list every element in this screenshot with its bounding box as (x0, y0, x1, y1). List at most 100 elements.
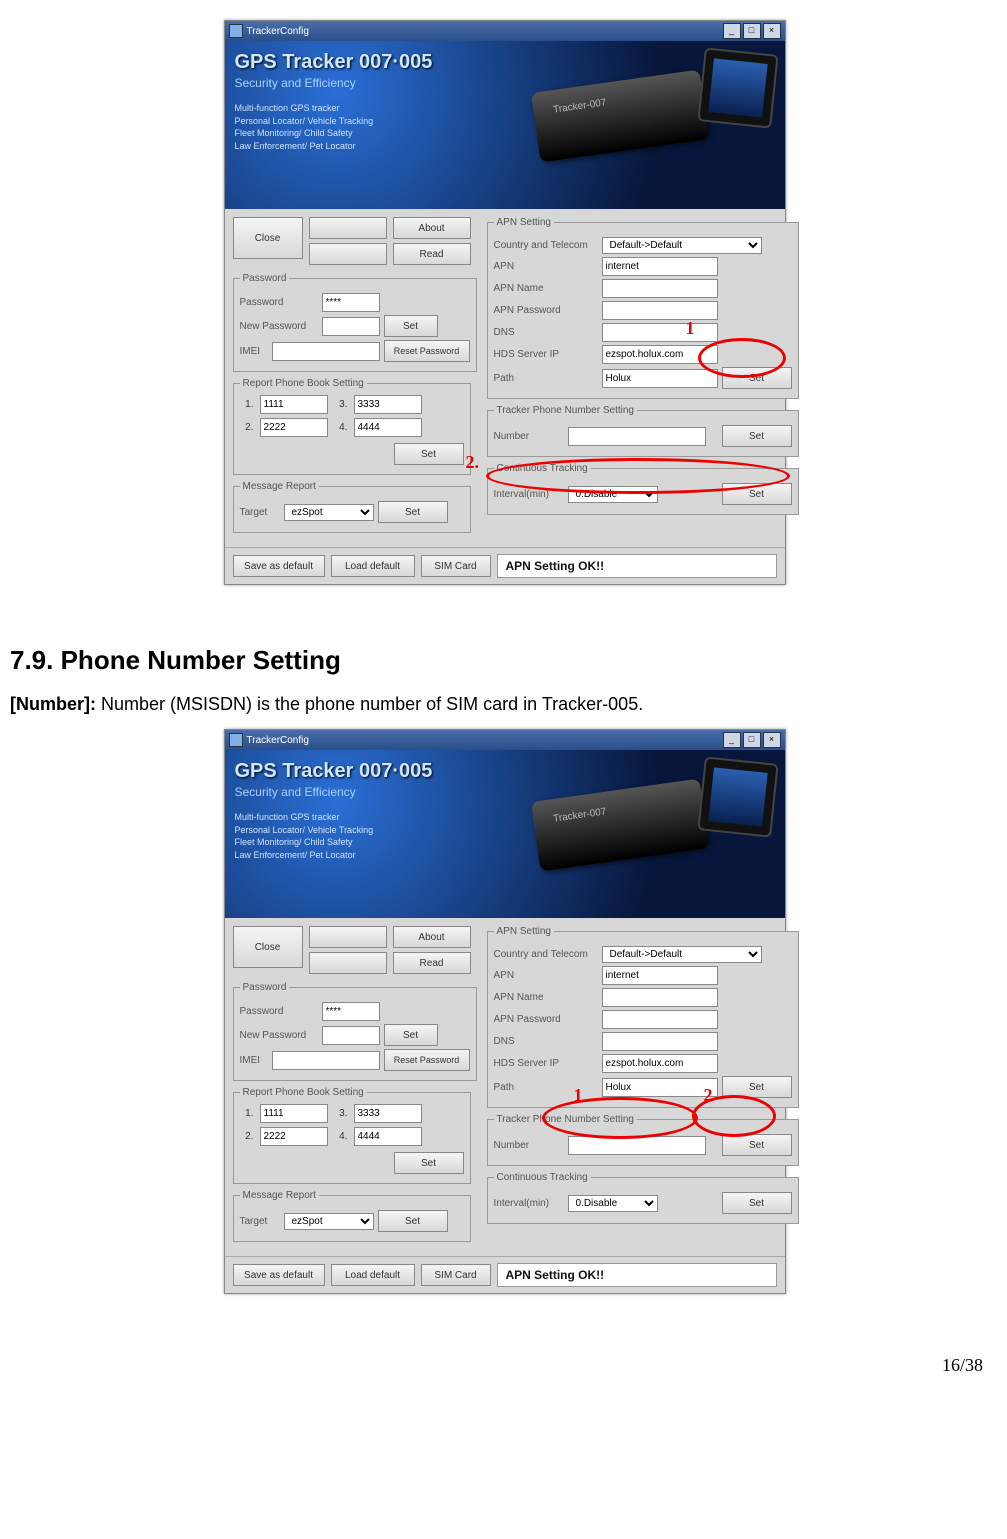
sim-card-button[interactable]: SIM Card (421, 1264, 491, 1286)
app-icon (229, 24, 243, 38)
password-field[interactable] (322, 293, 380, 312)
read-button[interactable]: Read (393, 243, 471, 265)
apn-label: APN (494, 261, 598, 272)
pb-idx: 2. (240, 1131, 254, 1142)
imei-field[interactable] (272, 1051, 380, 1070)
country-label: Country and Telecom (494, 949, 598, 960)
pb-field-3[interactable] (354, 395, 422, 414)
target-select[interactable]: ezSpot (284, 504, 374, 521)
set-interval-button[interactable]: Set (722, 1192, 792, 1214)
about-button[interactable]: About (393, 217, 471, 239)
save-default-button[interactable]: Save as default (233, 1264, 325, 1286)
set-password-button[interactable]: Set (384, 1024, 438, 1046)
pb-field-2[interactable] (260, 1127, 328, 1146)
dns-field[interactable] (602, 1032, 718, 1051)
path-label: Path (494, 373, 598, 384)
group-legend: Password (240, 982, 290, 993)
close-button[interactable]: Close (233, 926, 303, 968)
group-legend: APN Setting (494, 217, 554, 228)
read-button[interactable]: Read (393, 952, 471, 974)
apn-field[interactable] (602, 966, 718, 985)
number-label: Number (494, 431, 564, 442)
load-default-button[interactable]: Load default (331, 1264, 415, 1286)
dns-label: DNS (494, 1036, 598, 1047)
window-title: TrackerConfig (247, 26, 723, 37)
target-select[interactable]: ezSpot (284, 1213, 374, 1230)
number-field[interactable] (568, 427, 706, 446)
annotation-circle-2 (692, 1095, 776, 1137)
message-report-group: Message Report Target ezSpot Set (233, 1190, 471, 1242)
pb-field-4[interactable] (354, 418, 422, 437)
load-default-button[interactable]: Load default (331, 555, 415, 577)
hds-label: HDS Server IP (494, 349, 598, 360)
maximize-button[interactable]: □ (743, 732, 761, 748)
disabled-button-1 (309, 926, 387, 948)
body-text: [Number]: Number (MSISDN) is the phone n… (10, 694, 1007, 715)
reset-password-button[interactable]: Reset Password (384, 1049, 470, 1071)
app-icon (229, 733, 243, 747)
interval-label: Interval(min) (494, 1198, 564, 1209)
imei-label: IMEI (240, 346, 268, 357)
dns-field[interactable] (602, 323, 718, 342)
about-button[interactable]: About (393, 926, 471, 948)
minimize-button[interactable]: _ (723, 732, 741, 748)
imei-field[interactable] (272, 342, 380, 361)
save-default-button[interactable]: Save as default (233, 555, 325, 577)
new-password-label: New Password (240, 1030, 318, 1041)
status-bar: APN Setting OK!! (497, 1263, 777, 1287)
set-number-button[interactable]: Set (722, 425, 792, 447)
tracker-phone-group: Tracker Phone Number Setting Number Set (487, 405, 799, 457)
annotation-number-2: 2. (466, 452, 480, 473)
screenshot-2: TrackerConfig _ □ × GPS Tracker 007·005 … (224, 729, 784, 1294)
minimize-button[interactable]: _ (723, 23, 741, 39)
hds-field[interactable] (602, 1054, 718, 1073)
apn-password-field[interactable] (602, 301, 718, 320)
apn-name-field[interactable] (602, 988, 718, 1007)
close-window-button[interactable]: × (763, 732, 781, 748)
app-window: TrackerConfig _ □ × GPS Tracker 007·005 … (224, 729, 786, 1294)
apn-name-field[interactable] (602, 279, 718, 298)
pb-field-3[interactable] (354, 1104, 422, 1123)
close-button[interactable]: Close (233, 217, 303, 259)
apn-password-field[interactable] (602, 1010, 718, 1029)
pb-field-1[interactable] (260, 1104, 328, 1123)
pb-field-2[interactable] (260, 418, 328, 437)
set-password-button[interactable]: Set (384, 315, 438, 337)
set-phonebook-button[interactable]: Set (394, 443, 464, 465)
disabled-button-2 (309, 243, 387, 265)
new-password-field[interactable] (322, 317, 380, 336)
app-window: TrackerConfig _ □ × GPS Tracker 007·005 … (224, 20, 786, 585)
set-number-button[interactable]: Set (722, 1134, 792, 1156)
set-target-button[interactable]: Set (378, 1210, 448, 1232)
pb-field-1[interactable] (260, 395, 328, 414)
country-select[interactable]: Default->Default (602, 237, 762, 254)
apn-field[interactable] (602, 257, 718, 276)
password-field[interactable] (322, 1002, 380, 1021)
reset-password-button[interactable]: Reset Password (384, 340, 470, 362)
new-password-label: New Password (240, 321, 318, 332)
target-label: Target (240, 1216, 280, 1227)
disabled-button-2 (309, 952, 387, 974)
close-window-button[interactable]: × (763, 23, 781, 39)
maximize-button[interactable]: □ (743, 23, 761, 39)
set-phonebook-button[interactable]: Set (394, 1152, 464, 1174)
apn-name-label: APN Name (494, 283, 598, 294)
annotation-circle-1 (698, 338, 786, 378)
set-target-button[interactable]: Set (378, 501, 448, 523)
annotation-number-1: 1 (686, 318, 695, 339)
message-report-group: Message Report Target ezSpot Set (233, 481, 471, 533)
apn-group: APN Setting Country and Telecom Default-… (487, 926, 799, 1108)
path-field[interactable] (602, 1078, 718, 1097)
pb-field-4[interactable] (354, 1127, 422, 1146)
path-field[interactable] (602, 369, 718, 388)
password-group: Password Password New Password Set IMEI (233, 273, 477, 372)
new-password-field[interactable] (322, 1026, 380, 1045)
group-legend: Password (240, 273, 290, 284)
interval-select[interactable]: 0.Disable (568, 1195, 658, 1212)
phonebook-group: Report Phone Book Setting 1. 3. 2. 4. (233, 1087, 471, 1184)
apn-password-label: APN Password (494, 305, 598, 316)
country-select[interactable]: Default->Default (602, 946, 762, 963)
pb-idx: 3. (334, 1108, 348, 1119)
sim-card-button[interactable]: SIM Card (421, 555, 491, 577)
password-group: Password Password New Password Set IMEI (233, 982, 477, 1081)
